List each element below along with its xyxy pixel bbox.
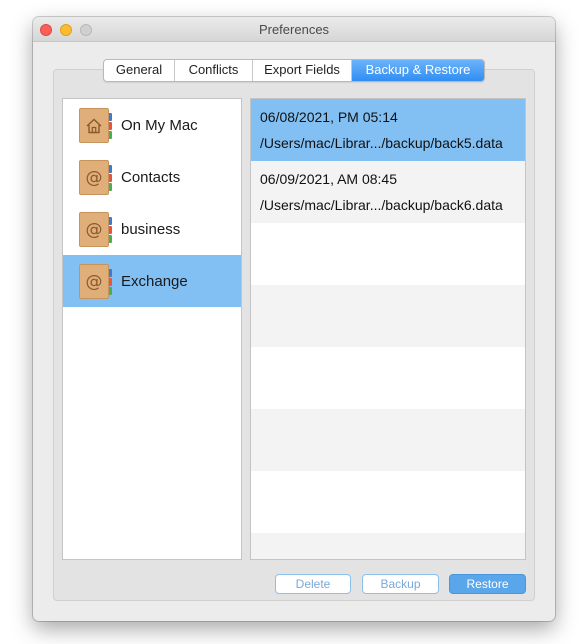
- tab-backup-restore[interactable]: Backup & Restore: [352, 60, 484, 81]
- backup-path: /Users/mac/Librar.../backup/back6.data: [260, 197, 503, 213]
- tab-bar: General Conflicts Export Fields Backup &…: [103, 59, 485, 82]
- backup-path: /Users/mac/Librar.../backup/back5.data: [260, 135, 503, 151]
- address-book-icon: [79, 108, 112, 143]
- backup-date: 06/08/2021, PM 05:14: [260, 109, 398, 125]
- address-book-icon: @: [79, 264, 112, 299]
- account-item-on-my-mac[interactable]: On My Mac: [63, 99, 241, 151]
- restore-button[interactable]: Restore: [449, 574, 526, 594]
- account-label: business: [121, 220, 181, 238]
- account-item-contacts[interactable]: @ Contacts: [63, 151, 241, 203]
- account-list: On My Mac @ Contacts @ business @ Exchan…: [62, 98, 242, 560]
- account-item-exchange[interactable]: @ Exchange: [63, 255, 241, 307]
- account-label: Exchange: [121, 272, 188, 290]
- tab-conflicts[interactable]: Conflicts: [175, 60, 253, 81]
- address-book-icon: @: [79, 160, 112, 195]
- empty-row: [251, 409, 525, 471]
- backup-row[interactable]: 06/08/2021, PM 05:14 /Users/mac/Librar..…: [251, 99, 525, 161]
- window-title: Preferences: [258, 22, 330, 37]
- preferences-window: Preferences General Conflicts Export Fie…: [33, 17, 555, 621]
- empty-row: [251, 347, 525, 409]
- empty-row: [251, 533, 525, 559]
- account-label: Contacts: [121, 168, 181, 186]
- address-book-icon: @: [79, 212, 112, 247]
- backup-date: 06/09/2021, AM 08:45: [260, 171, 397, 187]
- backup-list: 06/08/2021, PM 05:14 /Users/mac/Librar..…: [250, 98, 526, 560]
- tab-general[interactable]: General: [104, 60, 175, 81]
- empty-row: [251, 223, 525, 285]
- at-icon: @: [85, 271, 103, 292]
- empty-row: [251, 285, 525, 347]
- at-icon: @: [85, 167, 103, 188]
- at-icon: @: [85, 219, 103, 240]
- tab-export-fields[interactable]: Export Fields: [253, 60, 352, 81]
- account-label: On My Mac: [121, 116, 198, 134]
- account-item-business[interactable]: @ business: [63, 203, 241, 255]
- backup-button[interactable]: Backup: [362, 574, 439, 594]
- empty-row: [251, 471, 525, 533]
- house-icon: [86, 118, 102, 133]
- title-bar[interactable]: Preferences: [33, 17, 555, 42]
- backup-row[interactable]: 06/09/2021, AM 08:45 /Users/mac/Librar..…: [251, 161, 525, 223]
- delete-button[interactable]: Delete: [275, 574, 351, 594]
